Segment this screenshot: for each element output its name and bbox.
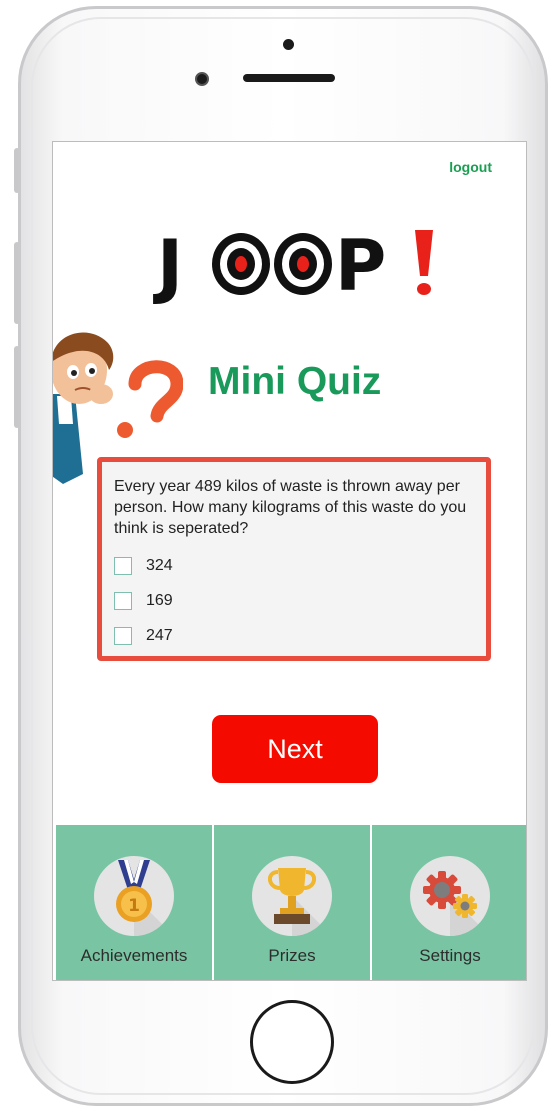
question-text: Every year 489 kilos of waste is thrown …: [114, 478, 467, 537]
svg-text:1: 1: [128, 896, 140, 916]
earpiece-speaker: [243, 74, 335, 82]
logo-letter-p: P: [335, 225, 386, 304]
bottom-nav: 1 Achievements Prizes Settings: [56, 825, 526, 980]
question-mark-icon: [117, 360, 183, 438]
logo-letter-o-2: [274, 233, 332, 295]
proximity-sensor: [283, 39, 294, 50]
page-title: Mini Quiz: [208, 360, 382, 403]
answer-label: 169: [146, 591, 173, 609]
nav-item-prizes[interactable]: Prizes: [214, 825, 372, 980]
answer-option[interactable]: 247: [114, 618, 474, 653]
trophy-icon: [252, 856, 332, 936]
next-button[interactable]: Next: [212, 715, 378, 783]
answer-label: 324: [146, 556, 173, 574]
logo-exclamation: [415, 230, 433, 295]
nav-label-prizes: Prizes: [268, 946, 316, 965]
answer-checkbox[interactable]: [114, 556, 132, 575]
nav-item-achievements[interactable]: 1 Achievements: [56, 825, 214, 980]
nav-label-settings: Settings: [419, 946, 481, 965]
front-camera: [195, 72, 209, 86]
home-button[interactable]: [250, 1000, 334, 1084]
logout-link[interactable]: logout: [449, 159, 492, 175]
logo-letter-o-1: [212, 233, 270, 295]
app-screen: logout J P Mini Quiz Every year 489 kilo…: [52, 141, 527, 981]
answer-checkbox[interactable]: [114, 626, 132, 645]
question-card: Every year 489 kilos of waste is thrown …: [97, 457, 491, 661]
answer-option[interactable]: 324: [114, 548, 474, 583]
nav-item-settings[interactable]: Settings: [372, 825, 526, 980]
nav-label-achievements: Achievements: [80, 946, 188, 965]
logo-letter-j: J: [153, 225, 183, 304]
answer-checkbox[interactable]: [114, 591, 132, 610]
joop-logo: J P: [153, 225, 433, 304]
answer-label: 247: [146, 626, 173, 644]
answer-option[interactable]: 169: [114, 583, 474, 618]
gears-icon: [410, 856, 490, 936]
medal-icon: 1: [94, 856, 174, 936]
